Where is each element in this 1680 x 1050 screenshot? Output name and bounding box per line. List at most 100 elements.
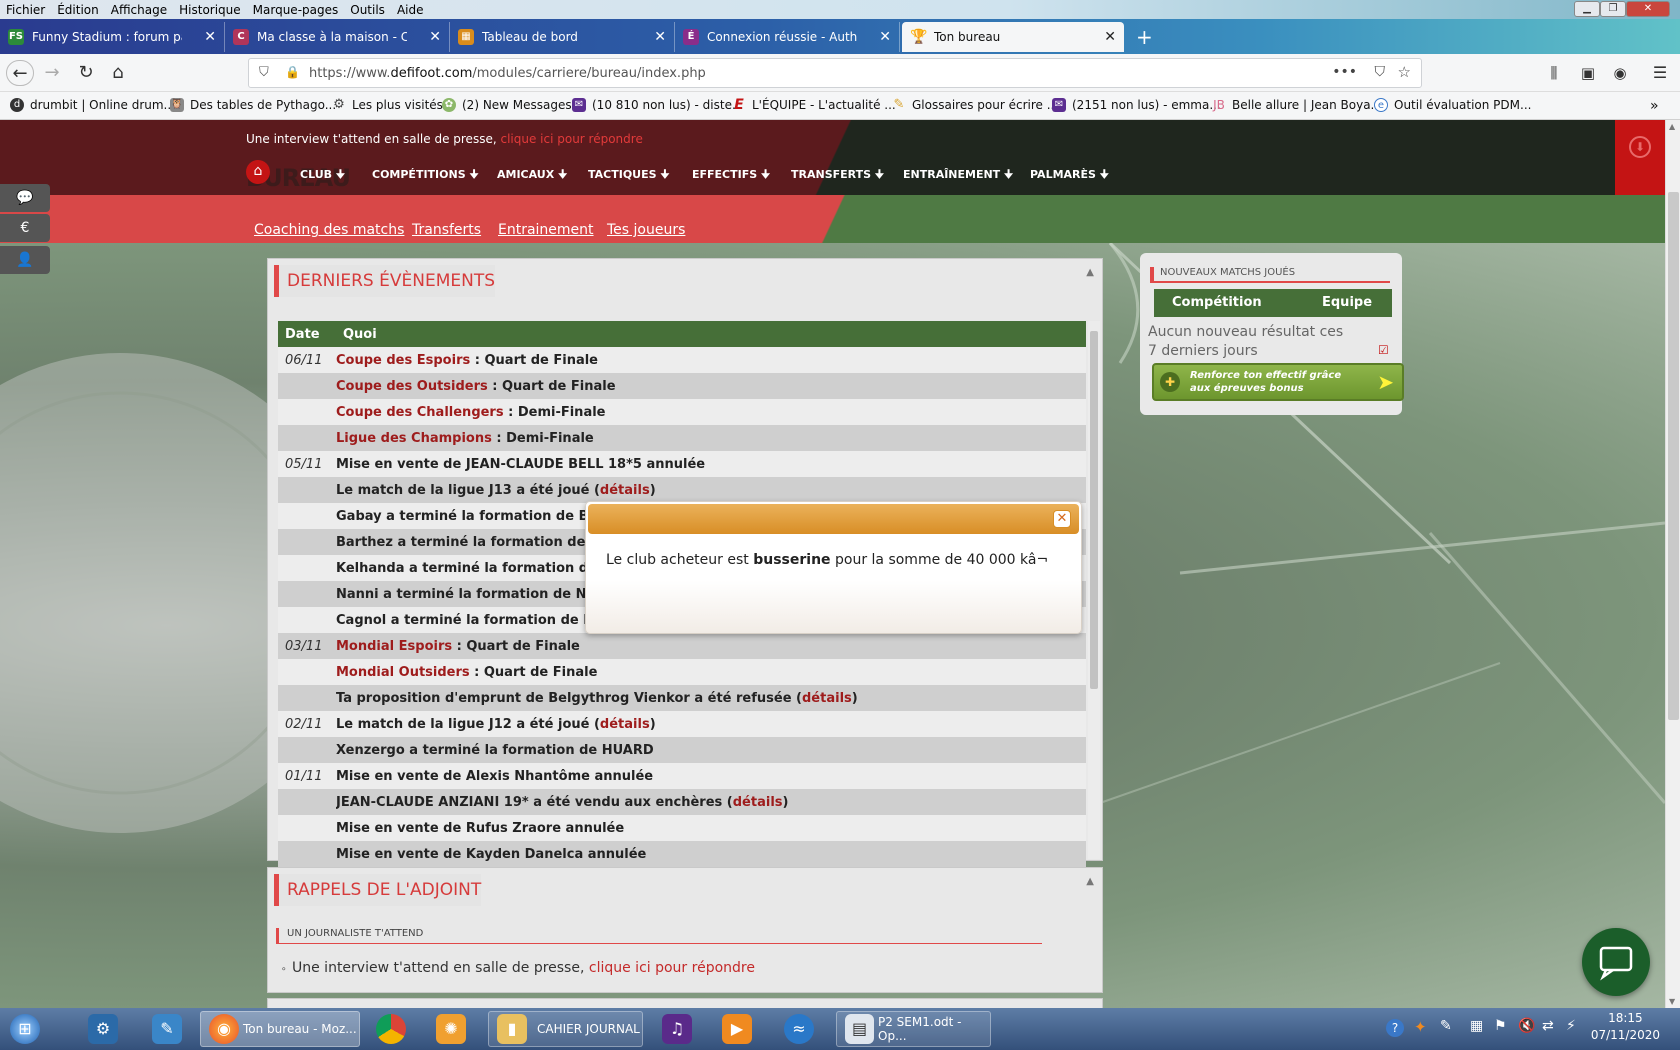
taskbar-window-firefox[interactable]: ◉ Ton bureau - Moz... bbox=[200, 1011, 360, 1047]
scroll-down-icon[interactable]: ▼ bbox=[1669, 997, 1675, 1006]
scrollbar-thumb[interactable] bbox=[1090, 331, 1098, 689]
menu-outils[interactable]: Outils bbox=[350, 3, 385, 17]
bookmark-item[interactable]: E L'ÉQUIPE - L'actualité ... bbox=[732, 98, 896, 112]
hamburger-menu-icon[interactable]: ☰ bbox=[1646, 60, 1674, 86]
close-tab-icon[interactable]: ✕ bbox=[204, 29, 216, 45]
menu-historique[interactable]: Historique bbox=[179, 3, 241, 17]
nav-competitions[interactable]: COMPÉTITIONS 🠋 bbox=[372, 166, 479, 185]
tab-tableau-de-bord[interactable]: ▦ Tableau de bord ✕ bbox=[450, 22, 675, 52]
event-competition[interactable]: Mondial Espoirs bbox=[336, 639, 452, 654]
taskbar-app[interactable]: ✺ bbox=[432, 1011, 470, 1047]
new-tab-button[interactable]: + bbox=[1128, 22, 1158, 52]
user-side-icon[interactable]: 👤 bbox=[0, 246, 50, 274]
bookmark-item[interactable]: ✉ (2151 non lus) - emma... bbox=[1052, 98, 1221, 112]
bookmark-item[interactable]: ⚙ Les plus visités bbox=[332, 98, 443, 113]
bookmarks-overflow-icon[interactable]: » bbox=[1650, 98, 1659, 114]
clock[interactable]: 18:15 07/11/2020 bbox=[1591, 1010, 1660, 1044]
taskbar-window-folder[interactable]: ▮ CAHIER JOURNAL bbox=[488, 1011, 643, 1047]
press-notice-link[interactable]: clique ici pour répondre bbox=[500, 132, 642, 146]
details-link[interactable]: détails bbox=[600, 717, 650, 732]
download-panel[interactable]: ⬇ bbox=[1615, 120, 1665, 195]
more-actions-icon[interactable]: ••• bbox=[1332, 64, 1357, 80]
collapse-arrow-icon[interactable]: ▲ bbox=[1086, 267, 1094, 278]
tab-connexion[interactable]: É Connexion réussie - Authentifi ✕ bbox=[675, 22, 900, 52]
nav-club[interactable]: CLUB 🠋 bbox=[300, 166, 345, 185]
shield-icon[interactable]: ⛉ bbox=[259, 65, 269, 80]
bookmark-item[interactable]: ✉ (10 810 non lus) - diste... bbox=[572, 98, 743, 112]
event-competition[interactable]: Coupe des Outsiders bbox=[336, 379, 488, 394]
events-scrollbar[interactable] bbox=[1088, 321, 1100, 859]
pocket-icon[interactable]: ⛉ bbox=[1375, 64, 1386, 80]
details-link[interactable]: détails bbox=[802, 691, 852, 706]
nav-tactiques[interactable]: TACTIQUES 🠋 bbox=[588, 166, 670, 185]
bookmark-item[interactable]: JB Belle allure | Jean Boya... bbox=[1212, 98, 1382, 112]
checkbox-icon[interactable]: ☑ bbox=[1378, 343, 1389, 357]
sublink-joueurs[interactable]: Tes joueurs bbox=[607, 222, 685, 238]
menu-affichage[interactable]: Affichage bbox=[111, 3, 167, 17]
reload-icon[interactable]: ↻ bbox=[72, 60, 100, 86]
page-scrollbar[interactable]: ▲ ▼ bbox=[1665, 120, 1680, 1008]
tray-icon[interactable]: ⇄ bbox=[1542, 1018, 1554, 1034]
taskbar-app[interactable]: ✎ bbox=[148, 1011, 186, 1047]
collapse-arrow-icon[interactable]: ▲ bbox=[1086, 876, 1094, 887]
nav-effectifs[interactable]: EFFECTIFS 🠋 bbox=[692, 166, 770, 185]
euro-side-icon[interactable]: € bbox=[0, 214, 50, 242]
speaker-muted-icon[interactable]: 🔇 bbox=[1518, 1018, 1535, 1034]
chat-button[interactable] bbox=[1582, 928, 1650, 996]
home-icon[interactable]: ⌂ bbox=[104, 60, 132, 86]
back-arrow-icon[interactable]: ← bbox=[6, 60, 34, 86]
taskbar-app[interactable]: ♫ bbox=[658, 1011, 696, 1047]
taskbar-app[interactable]: ≈ bbox=[780, 1011, 818, 1047]
menu-aide[interactable]: Aide bbox=[397, 3, 424, 17]
close-tab-icon[interactable]: ✕ bbox=[1104, 29, 1116, 45]
maximize-button[interactable]: ❐ bbox=[1600, 1, 1626, 17]
sublink-entrainement[interactable]: Entrainement bbox=[498, 222, 594, 238]
bonus-banner[interactable]: ✚ Renforce ton effectif grâce aux épreuv… bbox=[1152, 363, 1404, 401]
forward-arrow-icon[interactable]: → bbox=[38, 60, 66, 86]
menu-fichier[interactable]: Fichier bbox=[6, 3, 45, 17]
nav-entrainement[interactable]: ENTRAÎNEMENT 🠋 bbox=[903, 166, 1013, 185]
close-tab-icon[interactable]: ✕ bbox=[429, 29, 441, 45]
details-link[interactable]: détails bbox=[733, 795, 783, 810]
event-competition[interactable]: Coupe des Challengers bbox=[336, 405, 504, 420]
tray-icon[interactable]: ⚡ bbox=[1566, 1018, 1576, 1034]
bookmark-item[interactable]: 🦉 Des tables de Pythago... bbox=[170, 98, 336, 112]
star-bookmark-icon[interactable]: ☆ bbox=[1398, 63, 1411, 81]
nav-transferts[interactable]: TRANSFERTS 🠋 bbox=[791, 166, 884, 185]
sublink-transferts[interactable]: Transferts bbox=[412, 222, 481, 238]
help-tray-icon[interactable]: ? bbox=[1386, 1019, 1404, 1037]
taskbar-app[interactable]: ⚙ bbox=[84, 1011, 122, 1047]
event-competition[interactable]: Coupe des Espoirs bbox=[336, 353, 470, 368]
tray-icon[interactable]: ✎ bbox=[1440, 1018, 1452, 1034]
tab-ton-bureau[interactable]: 🏆 Ton bureau ✕ bbox=[902, 22, 1124, 52]
nav-palmares[interactable]: PALMARÈS 🠋 bbox=[1030, 166, 1109, 185]
menu-edition[interactable]: Édition bbox=[57, 3, 99, 17]
close-tab-icon[interactable]: ✕ bbox=[654, 29, 666, 45]
library-icon[interactable]: ⫼ bbox=[1540, 60, 1568, 86]
menu-marque-pages[interactable]: Marque-pages bbox=[253, 3, 339, 17]
lock-icon[interactable]: 🔒 bbox=[285, 65, 300, 79]
bookmark-item[interactable]: ✿ (2) New Messages! bbox=[442, 98, 576, 112]
home-icon[interactable]: ⌂ bbox=[246, 160, 270, 184]
reminder-link[interactable]: clique ici pour répondre bbox=[589, 960, 755, 976]
event-competition[interactable]: Mondial Outsiders bbox=[336, 665, 470, 680]
close-window-button[interactable]: ✕ bbox=[1626, 1, 1670, 17]
sidebar-icon[interactable]: ▣ bbox=[1574, 60, 1602, 86]
scrollbar-thumb[interactable] bbox=[1668, 192, 1679, 720]
network-icon[interactable]: ▦ bbox=[1470, 1018, 1483, 1034]
close-tab-icon[interactable]: ✕ bbox=[879, 29, 891, 45]
bookmark-item[interactable]: d drumbit | Online drum... bbox=[10, 98, 175, 112]
nav-amicaux[interactable]: AMICAUX 🠋 bbox=[497, 166, 567, 185]
bookmark-item[interactable]: e Outil évaluation PDM... bbox=[1374, 98, 1531, 112]
scroll-up-icon[interactable]: ▲ bbox=[1669, 122, 1675, 131]
taskbar-app[interactable]: ▶ bbox=[718, 1011, 756, 1047]
tray-icon[interactable]: ⚑ bbox=[1494, 1018, 1507, 1034]
start-button[interactable]: ⊞ bbox=[6, 1011, 44, 1047]
tray-icon[interactable]: ✦ bbox=[1414, 1018, 1427, 1036]
chat-side-icon[interactable]: 💬 bbox=[0, 184, 50, 212]
details-link[interactable]: détails bbox=[600, 483, 650, 498]
close-icon[interactable]: ✕ bbox=[1053, 510, 1071, 528]
tab-cned[interactable]: C Ma classe à la maison - CNED ✕ bbox=[225, 22, 450, 52]
event-competition[interactable]: Ligue des Champions bbox=[336, 431, 492, 446]
url-bar[interactable]: ⛉ 🔒 https://www.defifoot.com/modules/car… bbox=[248, 58, 1422, 88]
